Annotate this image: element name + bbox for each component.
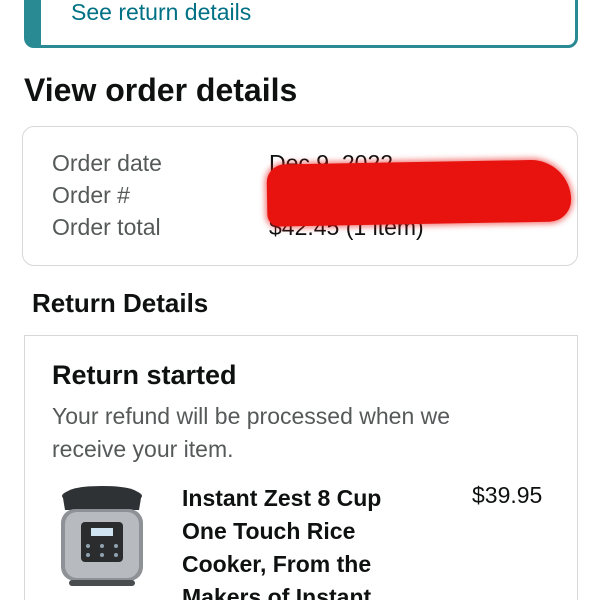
product-title-link[interactable]: Instant Zest 8 Cup One Touch Rice Cooker… <box>182 482 422 600</box>
order-summary-card: Order date Dec 9, 2022 Order # Order tot… <box>22 126 578 266</box>
return-status-title: Return started <box>52 360 237 390</box>
return-details-card: Return started Your refund will be proce… <box>24 335 578 600</box>
order-number-label: Order # <box>52 182 130 208</box>
view-order-details-title: View order details <box>24 72 298 108</box>
return-details-title: Return Details <box>32 288 209 318</box>
order-total-label: Order total <box>52 214 161 240</box>
refund-description: Your refund will be processed when we re… <box>52 403 451 462</box>
redaction-mark <box>266 159 572 227</box>
return-banner[interactable]: See return details <box>24 0 578 48</box>
product-price: $39.95 <box>472 482 543 508</box>
see-return-details-link[interactable]: See return details <box>71 0 251 26</box>
order-date-label: Order date <box>52 150 162 176</box>
rice-cooker-image[interactable] <box>55 482 149 592</box>
